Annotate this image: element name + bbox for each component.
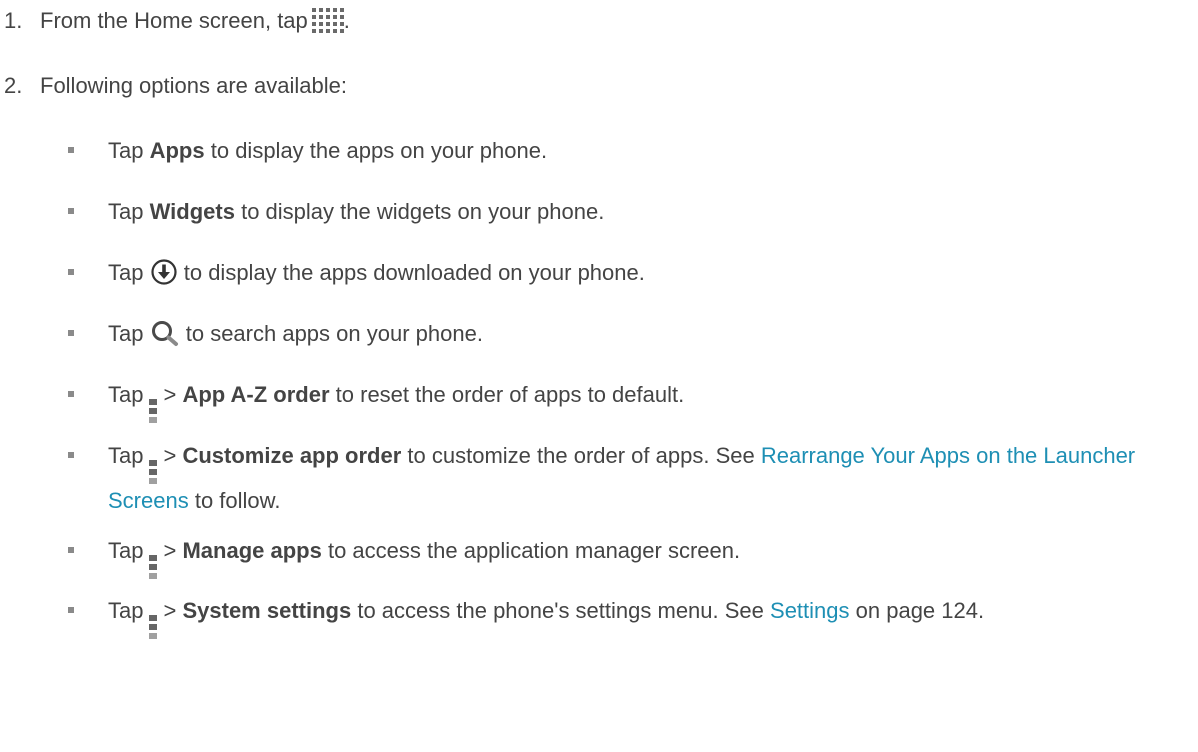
step-text: Following options are available: [40,73,347,98]
list-item-az-order: Tap > App A-Z order to reset the order of… [68,378,1178,423]
step-number: 2. [4,73,23,98]
overflow-menu-icon [149,615,158,639]
bullet-marker [68,147,74,153]
manage-label: Manage apps [182,538,322,563]
bullet-marker [68,330,74,336]
settings-link[interactable]: Settings [770,598,850,623]
bullet-marker [68,607,74,613]
bullet-marker [68,547,74,553]
apps-label: Apps [149,138,205,163]
system-settings-label: System settings [182,598,352,623]
az-order-label: App A-Z order [182,382,330,407]
bullet-marker [68,391,74,397]
overflow-menu-icon [149,399,158,423]
step-text-end: . [343,8,350,33]
list-item-system-settings: Tap > System settings to access the phone… [68,594,1178,639]
list-item-manage: Tap > Manage apps to access the applicati… [68,534,1178,579]
bullet-marker [68,269,74,275]
overflow-menu-icon [149,460,158,484]
bullet-marker [68,452,74,458]
list-item-downloaded: Tap to display the apps downloaded on yo… [68,256,1178,290]
step-2: 2. Following options are available: [4,73,347,99]
step-text: From the Home screen, tap [40,8,308,33]
list-item-apps: Tap Apps to display the apps on your pho… [68,134,1178,168]
widgets-label: Widgets [149,199,235,224]
search-icon [151,321,178,346]
document-page: 1. From the Home screen, tap . 2. Follow… [0,0,1198,752]
overflow-menu-icon [149,555,158,579]
list-item-widgets: Tap Widgets to display the widgets on yo… [68,195,1178,229]
list-item-customize: Tap > Customize app order to customize th… [68,439,1178,518]
customize-label: Customize app order [182,443,402,468]
download-icon [151,259,177,285]
bullet-marker [68,208,74,214]
step-number: 1. [4,8,23,33]
apps-grid-icon [311,8,344,34]
step-1: 1. From the Home screen, tap . [4,8,350,34]
list-item-search: Tap to search apps on your phone. [68,317,1178,351]
